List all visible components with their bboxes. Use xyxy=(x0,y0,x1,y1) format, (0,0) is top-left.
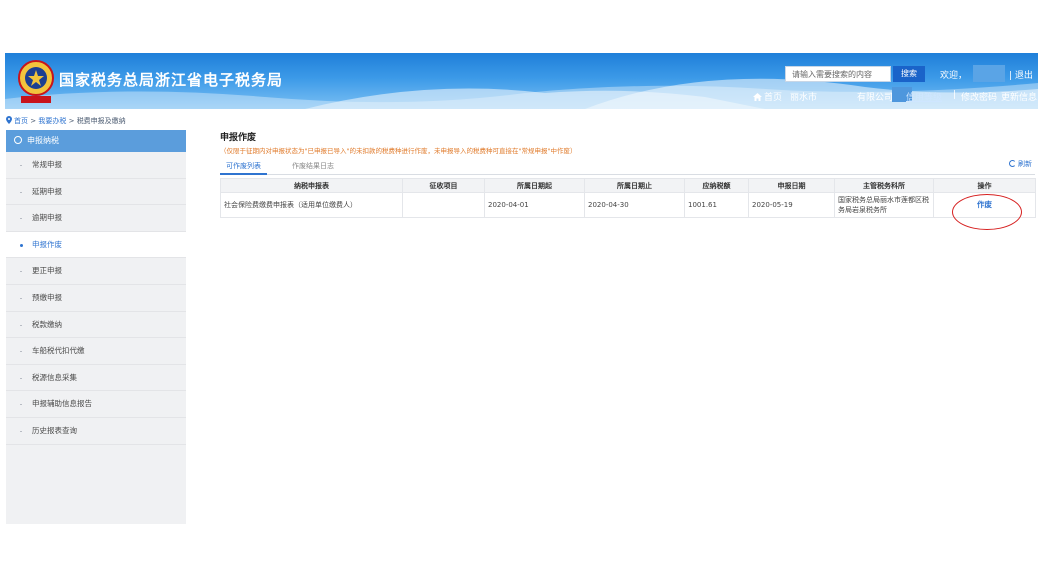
search-button[interactable]: 搜索 xyxy=(893,66,925,82)
sidebar-item-void-declaration[interactable]: 申报作废 xyxy=(6,231,186,259)
page-title: 申报作废 xyxy=(220,133,257,143)
sidebar-item-tax-source-collection[interactable]: 税源信息采集 xyxy=(6,365,186,392)
location-pin-icon xyxy=(6,116,12,124)
cell-form: 社会保险费缴费申报表（适用单位缴费人） xyxy=(220,192,403,218)
column-header: 应纳税额 xyxy=(684,178,749,193)
sidebar-item-overdue-declaration[interactable]: 逾期申报 xyxy=(6,205,186,232)
update-info-link[interactable]: 更新信息 xyxy=(1001,90,1037,103)
sidebar-item-correction-declaration[interactable]: 更正申报 xyxy=(6,258,186,285)
column-header: 所属日期止 xyxy=(584,178,685,193)
separator: | xyxy=(953,90,957,100)
column-header: 申报日期 xyxy=(748,178,835,193)
cell-date-to: 2020-04-30 xyxy=(584,192,685,218)
breadcrumb-separator: > xyxy=(68,117,75,125)
main-content: 申报作废 （仅限于征期内对申报状态为"已申报已导入"的未扣款的税费种进行作废，未… xyxy=(220,130,1036,218)
void-table: 纳税申报表 征收项目 所属日期起 所属日期止 应纳税额 申报日期 主管税务科所 … xyxy=(220,178,1036,218)
tax-emblem-icon xyxy=(18,60,54,103)
home-label: 首页 xyxy=(764,93,783,103)
column-header: 所属日期起 xyxy=(484,178,585,193)
sidebar-item-prepay-declaration[interactable]: 预缴申报 xyxy=(6,285,186,312)
sidebar-item-auxiliary-report[interactable]: 申报辅助信息报告 xyxy=(6,391,186,418)
sidebar-header-label: 申报纳税 xyxy=(27,136,59,145)
table-header-row: 纳税申报表 征收项目 所属日期起 所属日期止 应纳税额 申报日期 主管税务科所 … xyxy=(220,178,1036,193)
breadcrumb-separator: > xyxy=(30,117,37,125)
sidebar-item-deferred-declaration[interactable]: 延期申报 xyxy=(6,179,186,206)
sidebar-header[interactable]: 申报纳税 xyxy=(6,130,186,152)
welcome-text: 欢迎， xyxy=(940,71,968,81)
logout-link[interactable]: | 退出 xyxy=(1009,68,1033,81)
sidebar-item-tax-payment[interactable]: 税款缴纳 xyxy=(6,312,186,339)
company-name: 有限公司 xyxy=(857,93,894,103)
column-header: 主管税务科所 xyxy=(834,178,934,193)
sidebar-item-vehicle-tax-withholding[interactable]: 车船税代扣代缴 xyxy=(6,338,186,365)
cell-tax-office: 国家税务总局丽水市莲都区税务局岩泉税务所 xyxy=(834,192,934,218)
change-password-link[interactable]: 修改密码 xyxy=(961,90,997,103)
home-icon xyxy=(753,93,762,101)
breadcrumb-home[interactable]: 首页 xyxy=(14,117,28,125)
tax-circle-icon xyxy=(14,136,22,144)
sidebar-item-history-query[interactable]: 历史报表查询 xyxy=(6,418,186,445)
username-redacted xyxy=(973,65,1005,82)
cell-tax-amount: 1001.61 xyxy=(684,192,749,218)
cell-item xyxy=(402,192,485,218)
breadcrumb-level2: 税费申报及缴纳 xyxy=(76,117,126,125)
separator: | xyxy=(1009,71,1013,81)
refresh-button[interactable]: 刷新 xyxy=(1009,159,1032,169)
sidebar: 申报纳税 常规申报 延期申报 逾期申报 申报作废 更正申报 预缴申报 税款缴纳 … xyxy=(6,130,186,524)
table-row: 社会保险费缴费申报表（适用单位缴费人） 2020-04-01 2020-04-3… xyxy=(220,192,1036,218)
sidebar-item-regular-declaration[interactable]: 常规申报 xyxy=(6,152,186,179)
credit-rating-link[interactable]: 信用等级 xyxy=(906,90,942,103)
logout-label: 退出 xyxy=(1014,71,1033,81)
tab-voidable-list[interactable]: 可作废列表 xyxy=(220,161,267,175)
cell-date-from: 2020-04-01 xyxy=(484,192,585,218)
red-highlight-circle xyxy=(952,194,1022,230)
column-header: 操作 xyxy=(933,178,1036,193)
search-input[interactable]: 请输入需要搜索的内容 xyxy=(785,66,891,82)
tab-void-result-log[interactable]: 作废结果日志 xyxy=(292,161,334,171)
breadcrumb: 首页 > 我要办税 > 税费申报及缴纳 xyxy=(6,116,126,126)
site-title: 国家税务总局浙江省电子税务局 xyxy=(59,71,284,89)
header-banner: 国家税务总局浙江省电子税务局 请输入需要搜索的内容 搜索 欢迎， | 退出 首页… xyxy=(5,53,1038,109)
cell-declare-date: 2020-05-19 xyxy=(748,192,835,218)
home-link[interactable]: 首页 xyxy=(753,90,782,103)
column-header: 征收项目 xyxy=(402,178,485,193)
page-note: （仅限于征期内对申报状态为"已申报已导入"的未扣款的税费种进行作废，未申报导入的… xyxy=(220,147,577,155)
breadcrumb-level1[interactable]: 我要办税 xyxy=(38,117,66,125)
refresh-icon xyxy=(1009,160,1016,167)
city-label: 丽水市 xyxy=(790,93,818,103)
column-header: 纳税申报表 xyxy=(220,178,403,193)
refresh-label: 刷新 xyxy=(1018,160,1032,168)
tab-bar: 可作废列表 作废结果日志 刷新 xyxy=(220,160,1035,175)
